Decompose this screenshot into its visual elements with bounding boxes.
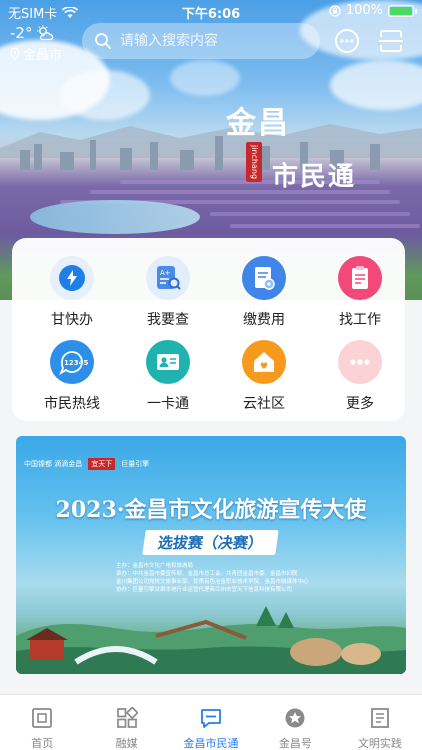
svg-text:12345: 12345 [64,359,88,367]
banner-logo-2: 宜天下 [88,458,116,470]
service-jiaofeiyong[interactable]: 缴费用 [219,256,309,329]
city-skyline-graphic [20,136,380,170]
battery-icon [388,4,417,17]
tab-home[interactable]: 首页 [0,695,84,750]
tab-jinchanghao[interactable]: 金昌号 [253,695,337,750]
banner-logo-3: 巨量引擎 [121,460,150,468]
scan-icon[interactable] [378,28,404,54]
banner-logo-1: 中国镍都 滴滴金昌 [24,460,83,468]
status-bar: 无SIM卡 下午6:06 100% [0,0,422,22]
banner-organizers: 主办：金昌市文化广电和旅游局 承办：中共金昌市委宣传部、金昌市总工会、共青团金昌… [116,563,309,593]
services-card: 甘快办 A+ 我要查 缴费用 找工作 12345 市民热线 一卡通 云社区 更多 [12,238,405,421]
svg-text:A+: A+ [160,269,171,277]
orientation-lock-icon [329,4,341,17]
location-pin-icon [10,47,20,60]
hotline-12345-icon: 12345 [50,340,94,384]
service-hotline[interactable]: 12345 市民热线 [27,340,117,413]
banner-logos: 中国镍都 滴滴金昌 宜天下 巨量引擎 [24,458,149,470]
home-heart-icon [242,340,286,384]
star-icon [285,708,305,728]
search-input[interactable] [120,33,300,49]
promo-banner[interactable]: 中国镍都 滴滴金昌 宜天下 巨量引擎 2023·金昌市文化旅游宣传大使 选拔赛（… [16,436,406,674]
service-yikatong[interactable]: 一卡通 [123,340,213,413]
weather-widget[interactable]: -2° 金昌市 [10,24,62,63]
tab-media[interactable]: 融媒 [84,695,168,750]
id-card-icon [146,340,190,384]
message-icon[interactable] [334,28,360,54]
banner-subtitle-wrap: 选拔赛（决赛） [16,530,406,555]
search-bar[interactable] [82,23,320,59]
more-icon [338,340,382,384]
document-icon [370,708,389,728]
pond-graphic [30,200,200,234]
tab-citizen[interactable]: 金昌市民通 [169,695,253,750]
logo-line2: 市民通 [272,162,357,192]
home-frame-icon [32,708,53,728]
grid-icon [116,706,139,728]
search-document-icon: A+ [146,256,190,300]
service-yunshequ[interactable]: 云社区 [219,340,309,413]
temperature: -2° [10,24,33,42]
service-more[interactable]: 更多 [315,340,405,413]
city-name: 金昌市 [23,48,63,63]
bill-icon [242,256,286,300]
logo-seal: jinchang [246,142,262,182]
service-woyaocha[interactable]: A+ 我要查 [123,256,213,329]
battery-percent: 100% [345,3,383,18]
tab-civilization[interactable]: 文明实践 [338,695,422,750]
clipboard-icon [338,256,382,300]
search-icon [95,33,111,49]
logo-line1: 金昌 [226,106,290,141]
service-zhaogongzuo[interactable]: 找工作 [315,256,405,329]
bottom-tab-bar: 首页 融媒 金昌市民通 金昌号 文明实践 [0,694,422,750]
banner-subtitle: 选拔赛（决赛） [142,530,280,555]
chat-bubble-icon [201,709,221,728]
service-gankuaiban[interactable]: 甘快办 [27,256,117,329]
banner-landscape-graphic [16,606,406,674]
partly-cloudy-icon [37,25,54,41]
banner-title: 2023·金昌市文化旅游宣传大使 [55,497,367,523]
lightning-icon [50,256,94,300]
